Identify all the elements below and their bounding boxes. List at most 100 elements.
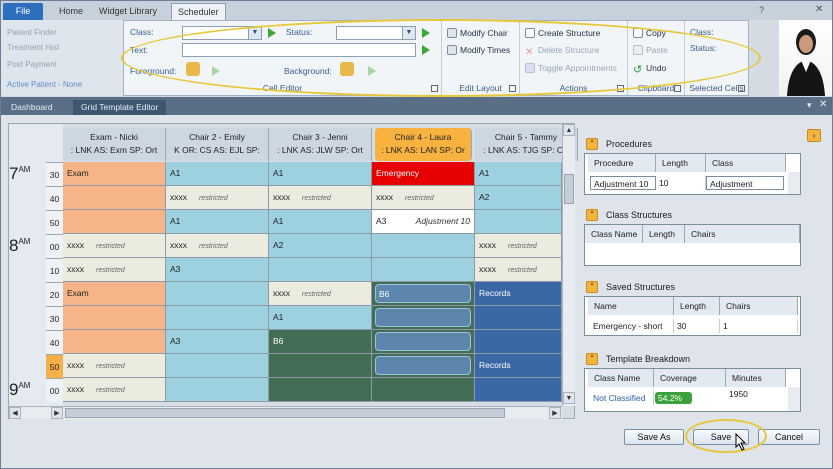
minute-label[interactable]: 30 bbox=[46, 306, 63, 330]
horizontal-scrollbar[interactable]: ◀ ▶ ▶ bbox=[9, 406, 562, 419]
table-scrollbar[interactable] bbox=[788, 172, 800, 194]
scroll-up-icon[interactable]: ▲ bbox=[563, 124, 575, 136]
minute-label[interactable]: 00 bbox=[46, 234, 63, 258]
schedule-cell[interactable]: Exam bbox=[63, 162, 166, 186]
paste-button[interactable]: Paste bbox=[633, 45, 668, 55]
schedule-cell[interactable]: A3 bbox=[166, 330, 269, 354]
schedule-cell[interactable] bbox=[269, 378, 372, 402]
schedule-cell[interactable]: B6 bbox=[372, 282, 475, 306]
scroll-right-icon[interactable]: ▶ bbox=[51, 407, 63, 419]
schedule-cell[interactable] bbox=[372, 234, 475, 258]
column-header[interactable]: Procedure bbox=[588, 154, 656, 172]
column-header[interactable]: Class bbox=[706, 154, 786, 172]
chair-column-header[interactable]: Chair 2 - Emily K OR: CS AS: EJL SP: bbox=[166, 128, 269, 161]
chair-column-header[interactable]: Exam - Nicki: LNK AS: Exm SP: Ort bbox=[63, 128, 166, 161]
schedule-cell[interactable] bbox=[372, 354, 475, 378]
table-cell[interactable]: 10 bbox=[656, 176, 706, 190]
patient-finder[interactable]: Patient Finder bbox=[7, 28, 57, 37]
expand-panel-icon[interactable]: › bbox=[807, 129, 821, 142]
table-scrollbar[interactable] bbox=[788, 387, 800, 411]
dialog-launcher-icon[interactable] bbox=[617, 85, 624, 92]
schedule-cell[interactable]: xxxx restricted bbox=[269, 186, 372, 210]
schedule-cell[interactable]: A3 Adjustment 10 bbox=[372, 210, 475, 234]
chevron-down-icon[interactable]: ▼ bbox=[248, 27, 261, 39]
schedule-cell[interactable]: xxxx restricted bbox=[372, 186, 475, 210]
minute-label[interactable]: 40 bbox=[46, 330, 63, 354]
apply-background-icon[interactable] bbox=[368, 66, 376, 76]
schedule-cell[interactable]: xxxx restricted bbox=[63, 258, 166, 282]
schedule-cell[interactable] bbox=[372, 306, 475, 330]
tab-scheduler[interactable]: Scheduler bbox=[171, 3, 226, 20]
column-header[interactable]: Length bbox=[643, 225, 685, 243]
dialog-launcher-icon[interactable] bbox=[431, 85, 438, 92]
schedule-cell[interactable]: A1 bbox=[166, 162, 269, 186]
structure-block[interactable]: B6 bbox=[375, 284, 471, 303]
close-tab-icon[interactable]: ✕ bbox=[819, 99, 827, 110]
modify-chair-button[interactable]: Modify Chair bbox=[447, 28, 508, 38]
schedule-cell[interactable]: A2 bbox=[269, 234, 372, 258]
column-header[interactable]: Minutes bbox=[726, 369, 786, 387]
save-as-button[interactable]: Save As bbox=[624, 429, 684, 445]
schedule-cell[interactable] bbox=[63, 210, 166, 234]
tab-home[interactable]: Home bbox=[53, 3, 89, 20]
schedule-cell[interactable]: xxxx restricted bbox=[63, 354, 166, 378]
schedule-cell[interactable] bbox=[63, 186, 166, 210]
column-header[interactable]: Chairs bbox=[685, 225, 800, 243]
column-header[interactable]: Class Name bbox=[585, 225, 643, 243]
schedule-cell[interactable]: A1 bbox=[269, 162, 372, 186]
table-cell[interactable]: 1 bbox=[720, 319, 798, 333]
paint-bucket-icon[interactable] bbox=[340, 62, 354, 76]
minute-label[interactable]: 00 bbox=[46, 378, 63, 402]
post-payment[interactable]: Post Payment bbox=[7, 60, 57, 69]
treatment-hist[interactable]: Treatment Hist bbox=[7, 43, 59, 52]
column-header[interactable]: Chairs bbox=[720, 297, 798, 315]
text-input[interactable] bbox=[182, 43, 416, 57]
schedule-cell[interactable]: A2 bbox=[475, 186, 562, 210]
chevron-down-icon[interactable]: ▼ bbox=[402, 27, 415, 39]
apply-text-icon[interactable] bbox=[422, 45, 430, 55]
minute-label[interactable]: 40 bbox=[46, 186, 63, 210]
tab-grid-template-editor[interactable]: Grid Template Editor bbox=[73, 100, 167, 115]
tab-widget-library[interactable]: Widget Library bbox=[93, 3, 163, 20]
column-header[interactable]: Length bbox=[656, 154, 706, 172]
minute-label[interactable]: 20 bbox=[46, 282, 63, 306]
schedule-cell[interactable] bbox=[475, 210, 562, 234]
minute-label[interactable]: 50 bbox=[46, 210, 63, 234]
schedule-cell[interactable]: Exam bbox=[63, 282, 166, 306]
class-dropdown[interactable]: ▼ bbox=[182, 26, 262, 40]
schedule-cell[interactable]: B6 bbox=[269, 330, 372, 354]
schedule-cell[interactable] bbox=[166, 282, 269, 306]
schedule-cell[interactable]: A1 bbox=[475, 162, 562, 186]
status-dropdown[interactable]: ▼ bbox=[336, 26, 416, 40]
column-header[interactable]: Length bbox=[674, 297, 720, 315]
schedule-cell[interactable]: xxxx restricted bbox=[63, 378, 166, 402]
minute-label[interactable]: 30 bbox=[46, 162, 63, 186]
scroll-down-icon[interactable]: ▼ bbox=[563, 392, 575, 404]
table-cell[interactable]: Adjustment bbox=[706, 176, 784, 190]
dialog-launcher-icon[interactable] bbox=[674, 85, 681, 92]
schedule-cell[interactable]: A1 bbox=[269, 210, 372, 234]
schedule-cell[interactable]: xxxx restricted bbox=[166, 234, 269, 258]
tab-file[interactable]: File bbox=[3, 3, 43, 20]
chair-column-header[interactable]: Chair 4 - Laura: LNK AS: LAN SP: Or bbox=[375, 128, 472, 161]
structure-block[interactable] bbox=[375, 332, 471, 351]
apply-foreground-icon[interactable] bbox=[212, 66, 220, 76]
schedule-cell[interactable] bbox=[166, 378, 269, 402]
schedule-cell[interactable] bbox=[372, 330, 475, 354]
schedule-cell[interactable] bbox=[475, 306, 562, 330]
column-header[interactable]: Class Name bbox=[588, 369, 654, 387]
help-icon[interactable]: ? bbox=[759, 5, 764, 15]
schedule-cell[interactable]: A3 bbox=[166, 258, 269, 282]
schedule-cell[interactable] bbox=[166, 354, 269, 378]
apply-class-icon[interactable] bbox=[268, 28, 276, 38]
undo-button[interactable]: ↺ Undo bbox=[633, 63, 666, 76]
scroll-right-end-icon[interactable]: ▶ bbox=[549, 407, 561, 419]
table-cell[interactable]: 1950 bbox=[726, 387, 786, 401]
pin-icon[interactable]: ▾ bbox=[807, 100, 812, 111]
schedule-cell[interactable]: A1 bbox=[166, 210, 269, 234]
copy-button[interactable]: Copy bbox=[633, 28, 666, 38]
schedule-cell[interactable] bbox=[63, 330, 166, 354]
close-icon[interactable]: ✕ bbox=[815, 4, 823, 15]
schedule-cell[interactable] bbox=[63, 306, 166, 330]
table-cell[interactable]: Not Classified bbox=[590, 391, 654, 405]
